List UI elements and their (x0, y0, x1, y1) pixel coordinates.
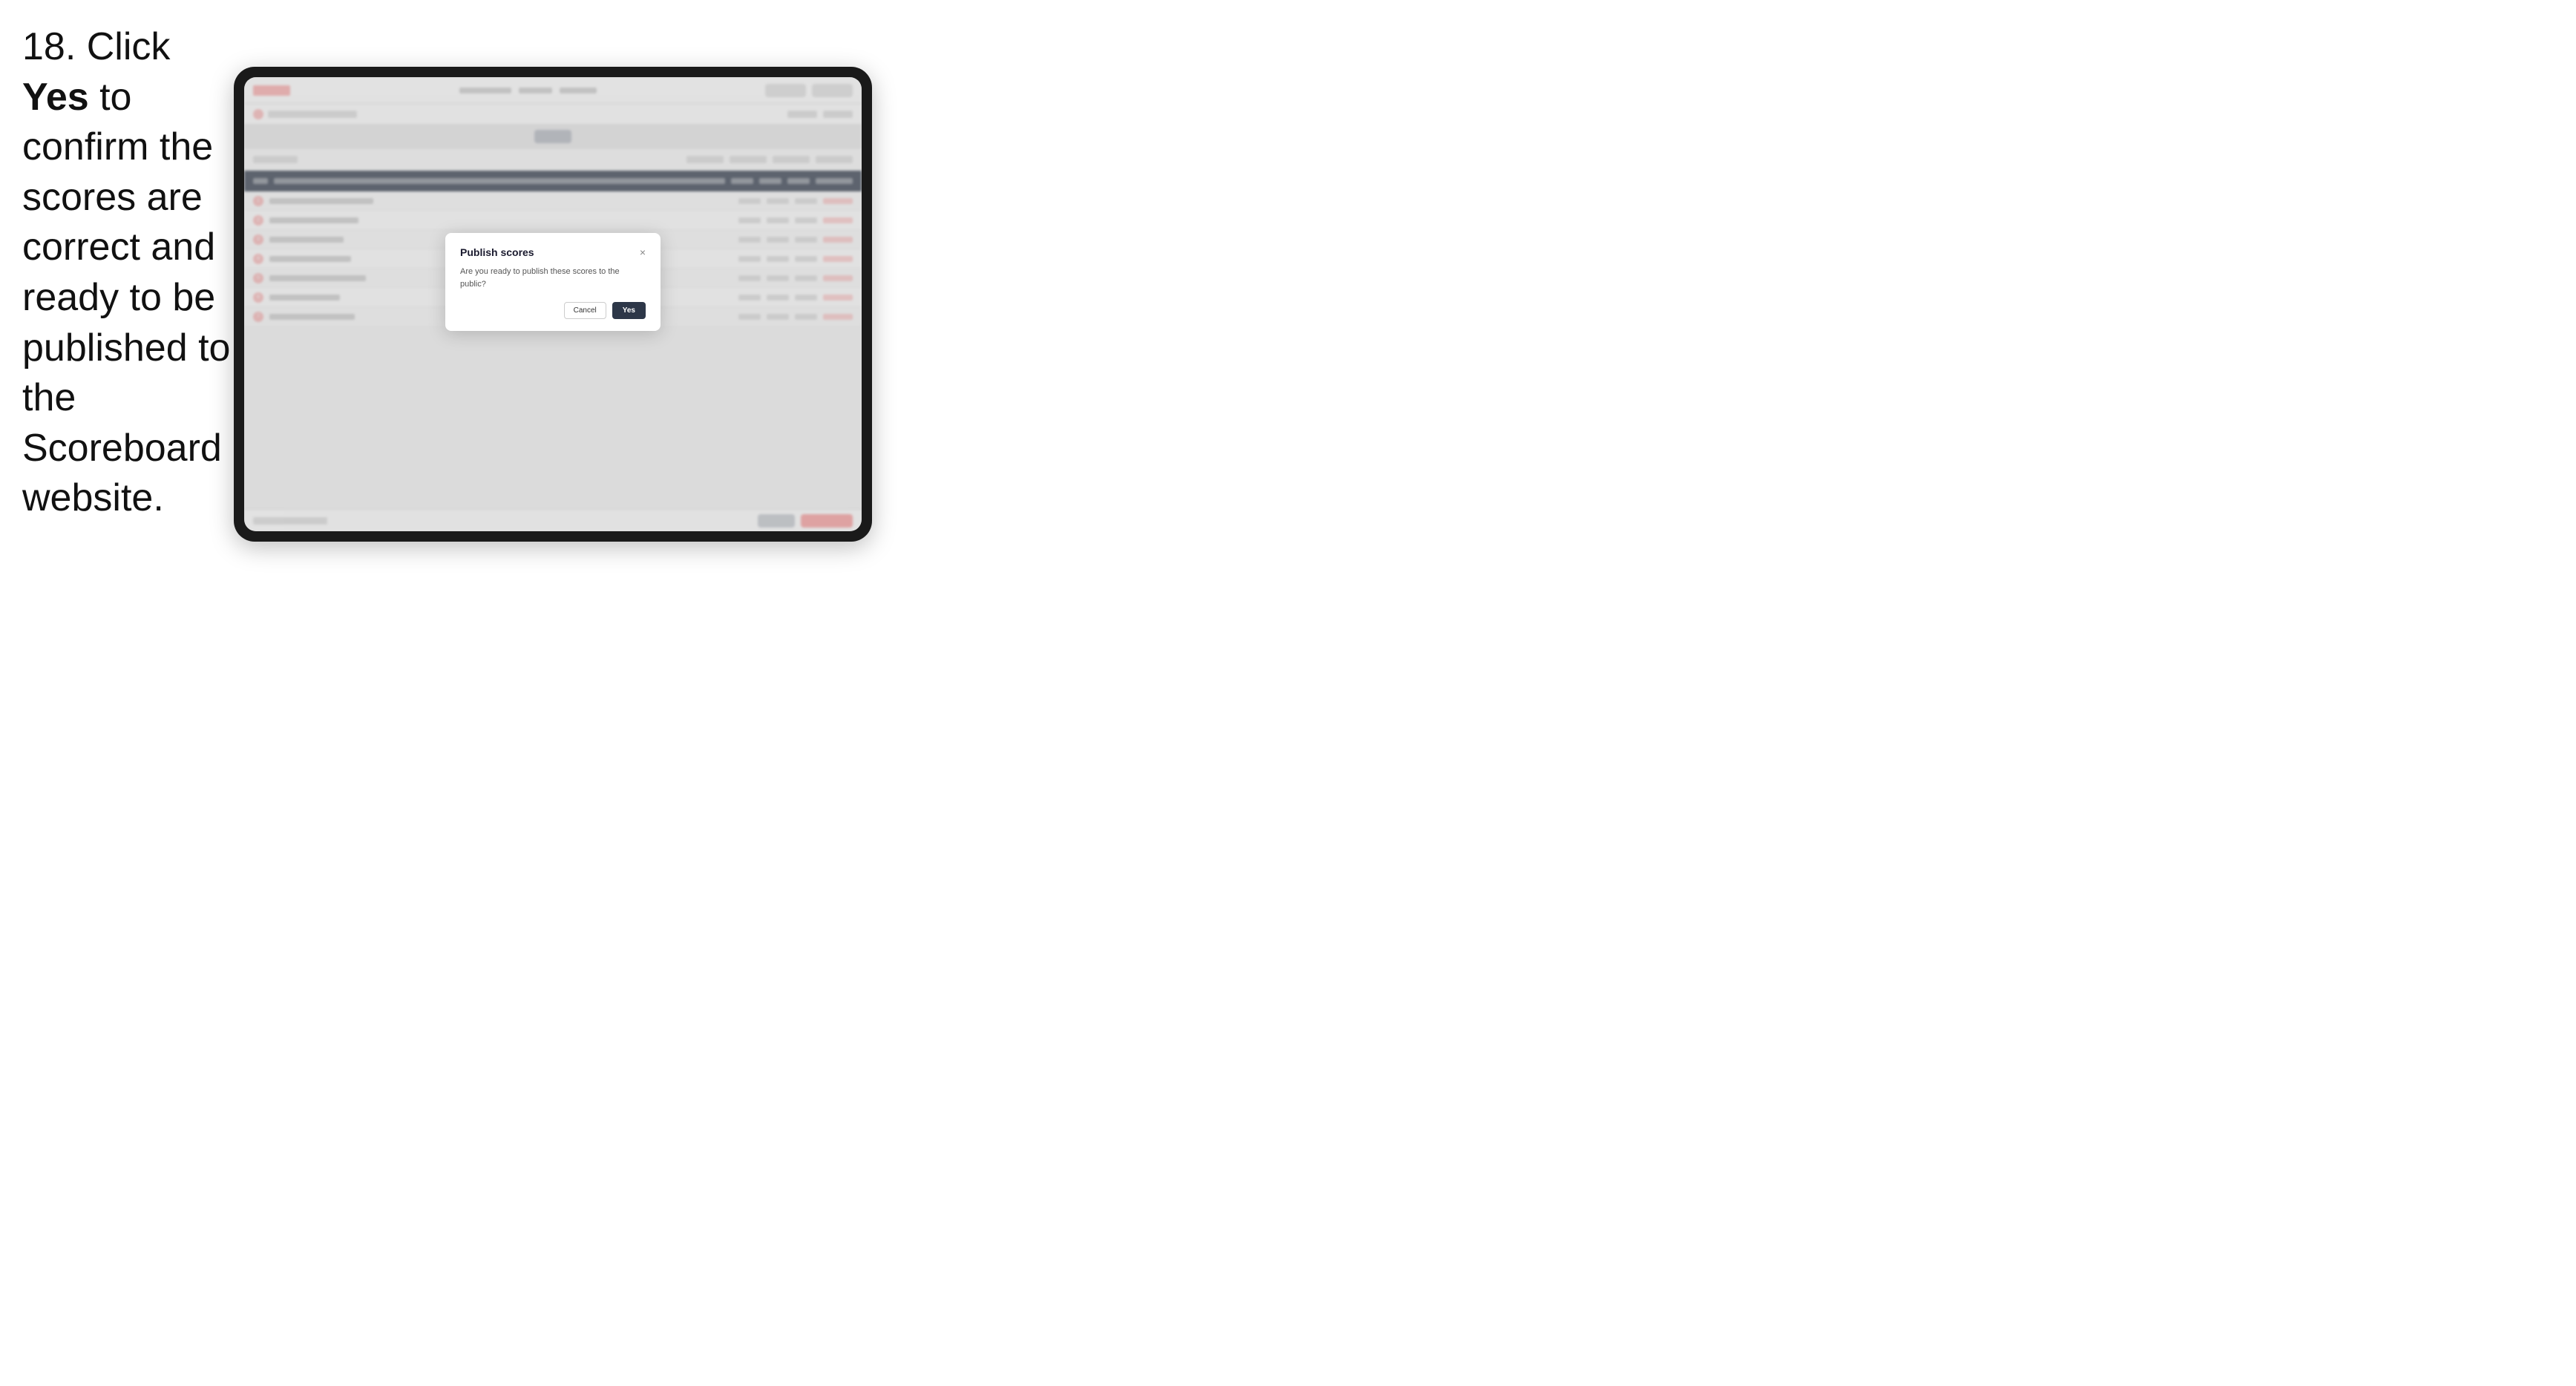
instruction-text: 18. Click Yes to confirm the scores are … (22, 22, 237, 524)
cancel-button[interactable]: Cancel (564, 302, 606, 319)
dialog-title: Publish scores (460, 246, 534, 258)
yes-button[interactable]: Yes (612, 302, 646, 319)
dialog-overlay: Publish scores × Are you ready to publis… (244, 77, 862, 531)
close-icon[interactable]: × (640, 247, 646, 257)
dialog-body-text: Are you ready to publish these scores to… (460, 266, 646, 290)
tablet-device: 1 2 3 4 (234, 67, 872, 542)
dialog-actions: Cancel Yes (460, 302, 646, 319)
tablet-screen: 1 2 3 4 (244, 77, 862, 531)
publish-scores-dialog: Publish scores × Are you ready to publis… (445, 233, 661, 331)
